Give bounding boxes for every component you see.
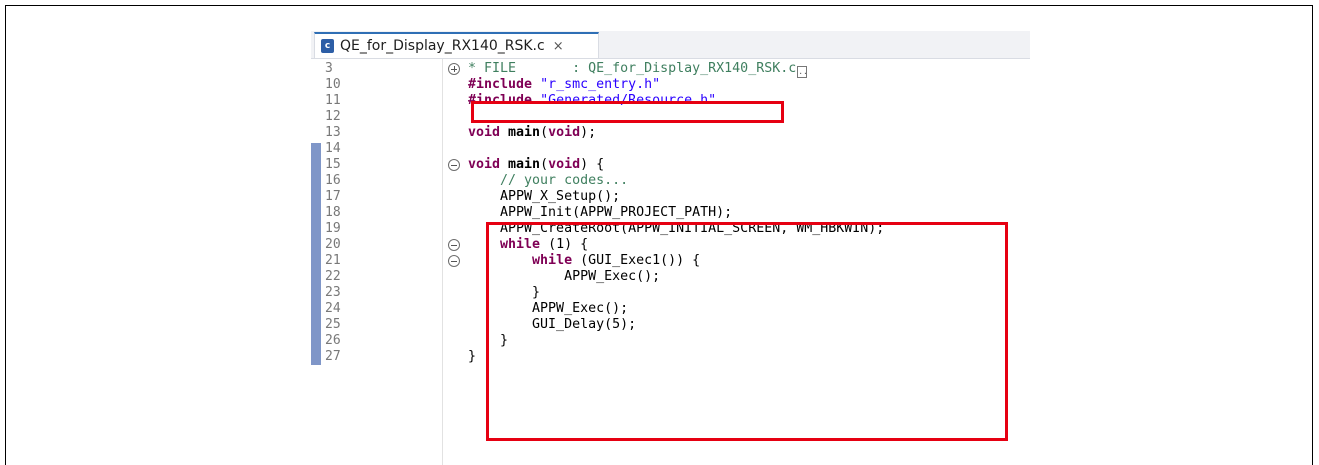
collapse-fold-icon[interactable] <box>448 239 460 251</box>
include-highlight-box <box>471 101 784 123</box>
code-line[interactable]: 16 // your codes... <box>311 173 1030 189</box>
line-number: 21 <box>325 253 341 268</box>
expand-fold-icon[interactable] <box>448 63 460 75</box>
line-number: 24 <box>325 301 341 316</box>
code-line[interactable]: 18 APPW_Init(APPW_PROJECT_PATH); <box>311 205 1030 221</box>
code-block-highlight-box <box>486 222 1008 441</box>
editor-tab-bar: c QE_for_Display_RX140_RSK.c × <box>311 31 1030 59</box>
line-number: 18 <box>325 205 341 220</box>
line-number: 25 <box>325 317 341 332</box>
line-number: 22 <box>325 269 341 284</box>
code-line[interactable]: 17 APPW_X_Setup(); <box>311 189 1030 205</box>
collapse-fold-icon[interactable] <box>448 255 460 267</box>
line-number: 10 <box>325 77 341 92</box>
code-line[interactable]: 10 #include "r_smc_entry.h" <box>311 77 1030 93</box>
code-text: void main(void) { <box>468 157 605 172</box>
line-number: 3 <box>325 61 333 76</box>
line-number: 13 <box>325 125 341 140</box>
code-line[interactable]: 14 <box>311 141 1030 157</box>
line-number: 20 <box>325 237 341 252</box>
line-number: 27 <box>325 349 341 364</box>
code-text: APPW_X_Setup(); <box>468 189 621 204</box>
code-text: * FILE : QE_for_Display_RX140_RSK.c.. <box>468 61 808 78</box>
code-line[interactable]: 15 void main(void) { <box>311 157 1030 173</box>
line-number: 14 <box>325 141 341 156</box>
code-text: } <box>468 349 477 364</box>
code-text: #include "r_smc_entry.h" <box>468 77 661 92</box>
c-file-icon: c <box>321 39 334 53</box>
line-number: 23 <box>325 285 341 300</box>
line-number: 15 <box>325 157 341 172</box>
tab-source-file[interactable]: c QE_for_Display_RX140_RSK.c × <box>314 32 599 58</box>
line-number: 16 <box>325 173 341 188</box>
code-editor[interactable]: c QE_for_Display_RX140_RSK.c × 3 * FILE :… <box>311 31 1030 465</box>
collapse-fold-icon[interactable] <box>448 159 460 171</box>
code-line[interactable]: 13 void main(void); <box>311 125 1030 141</box>
line-number: 12 <box>325 109 341 124</box>
code-line[interactable]: 3 * FILE : QE_for_Display_RX140_RSK.c.. <box>311 61 1030 78</box>
tab-label: QE_for_Display_RX140_RSK.c <box>340 38 545 54</box>
line-number: 19 <box>325 221 341 236</box>
code-text: APPW_Init(APPW_PROJECT_PATH); <box>468 205 733 220</box>
close-icon[interactable]: × <box>553 39 564 54</box>
code-text: void main(void); <box>468 125 597 140</box>
line-number: 11 <box>325 93 341 108</box>
line-number: 26 <box>325 333 341 348</box>
code-text: // your codes... <box>468 173 629 188</box>
line-number: 17 <box>325 189 341 204</box>
